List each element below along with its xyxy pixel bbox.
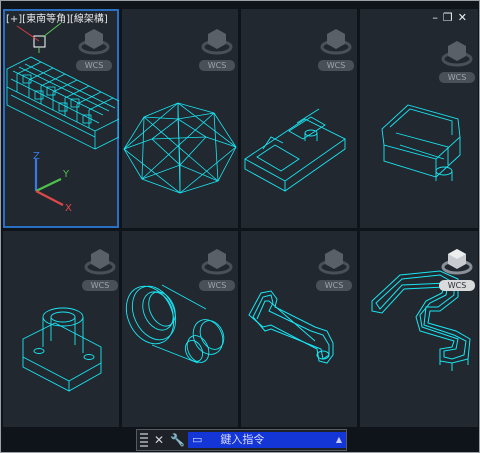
- viewcube[interactable]: WCS: [196, 241, 238, 297]
- viewport-6[interactable]: WCS: [122, 231, 238, 427]
- viewcube-icon: [441, 249, 473, 275]
- close-button[interactable]: ✕: [458, 11, 472, 24]
- viewport-2[interactable]: WCS: [122, 9, 238, 228]
- viewport-4[interactable]: –❐✕ WCS: [360, 9, 478, 228]
- command-input[interactable]: ▭ 鍵入指令 ▲: [188, 432, 346, 448]
- viewcube[interactable]: WCS: [79, 241, 119, 297]
- recent-commands-icon[interactable]: ▭: [192, 432, 202, 448]
- viewcube[interactable]: WCS: [436, 33, 478, 89]
- viewport-8[interactable]: WCS: [360, 231, 478, 427]
- viewcube[interactable]: WCS: [196, 21, 238, 77]
- wcs-menu[interactable]: WCS: [439, 72, 475, 83]
- wcs-menu[interactable]: WCS: [199, 60, 235, 71]
- viewcube-icon: [201, 249, 233, 275]
- viewcube-icon: [201, 29, 233, 55]
- viewcube-icon: [441, 41, 473, 67]
- wcs-menu[interactable]: WCS: [82, 280, 118, 291]
- viewcube[interactable]: WCS: [73, 21, 115, 77]
- viewport-5[interactable]: WCS: [3, 231, 119, 427]
- command-prompt: 鍵入指令: [220, 433, 265, 446]
- viewcube-icon: [78, 29, 110, 55]
- command-line: ✕ 🔧 ▭ 鍵入指令 ▲: [136, 429, 347, 451]
- wcs-menu[interactable]: WCS: [316, 280, 352, 291]
- drawing-area[interactable]: Z Y X [+][東南等角][線架構] WCS WCS WCS –❐✕ WCS…: [0, 0, 480, 453]
- viewport-7[interactable]: WCS: [241, 231, 357, 427]
- svg-text:Z: Z: [33, 151, 40, 162]
- chevron-up-icon[interactable]: ▲: [336, 432, 342, 448]
- minimize-button[interactable]: –: [432, 11, 443, 24]
- viewport-1[interactable]: Z Y X [+][東南等角][線架構] WCS: [3, 9, 119, 228]
- viewcube[interactable]: WCS: [436, 241, 478, 297]
- wcs-menu[interactable]: WCS: [199, 280, 235, 291]
- drag-handle[interactable]: [140, 433, 148, 447]
- restore-button[interactable]: ❐: [443, 11, 458, 24]
- wrench-icon[interactable]: 🔧: [170, 433, 185, 447]
- viewcube-icon: [84, 249, 116, 275]
- svg-text:X: X: [65, 203, 72, 214]
- wcs-menu[interactable]: WCS: [76, 60, 112, 71]
- viewcube[interactable]: WCS: [313, 241, 355, 297]
- close-icon[interactable]: ✕: [153, 433, 165, 447]
- viewport-3[interactable]: WCS: [241, 9, 357, 228]
- svg-text:Y: Y: [62, 169, 70, 180]
- viewcube[interactable]: WCS: [315, 21, 357, 77]
- wcs-menu[interactable]: WCS: [318, 60, 354, 71]
- viewcube-icon: [320, 29, 352, 55]
- wcs-menu[interactable]: WCS: [439, 280, 475, 291]
- viewcube-icon: [318, 249, 350, 275]
- window-controls: –❐✕: [432, 11, 472, 24]
